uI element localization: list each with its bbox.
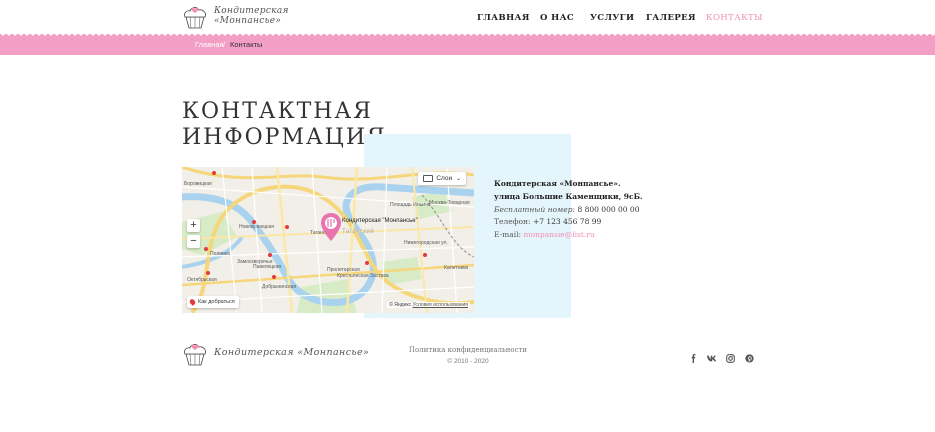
breadcrumb-home-link[interactable]: Главная [195, 40, 224, 49]
contact-address: улица Большие Каменщики, 9сБ. [494, 191, 643, 204]
page-title: КОНТАКТНАЯ ИНФОРМАЦИЯ [182, 99, 387, 151]
nav-item-gallery[interactable]: ГАЛЕРЕЯ [646, 13, 696, 23]
breadcrumb-band [0, 34, 935, 55]
map-layers-label: Слои [436, 175, 453, 182]
logo-line-1: Кондитерская [214, 6, 289, 16]
free-number-label: Бесплатный номер: [494, 205, 576, 214]
location-pin-icon [188, 297, 197, 306]
yandex-map[interactable]: Новокузнецкая Замоскворечье Павелецкая Т… [182, 167, 474, 313]
company-name: Кондитерская «Монпансье». [494, 179, 621, 188]
cupcake-icon [184, 344, 206, 366]
email-link[interactable]: monpansie@list.ru [523, 230, 594, 239]
map-terms-link[interactable]: Условия использования [413, 302, 469, 308]
zoom-out-button[interactable]: − [187, 235, 200, 248]
map-place-label: Площадь Ильича [390, 202, 431, 208]
nav-item-services[interactable]: УСЛУГИ [590, 13, 634, 23]
footer-copyright: © 2010 - 2020 [447, 358, 489, 365]
cupcake-icon [184, 7, 206, 29]
map-place-label: Боровицкая [184, 181, 212, 187]
map-layers-button[interactable]: Слои ⌄ [418, 172, 466, 185]
address: улица Большие Каменщики, 9сБ. [494, 192, 643, 201]
map-place-label: Калитники [444, 265, 469, 271]
privacy-policy-link[interactable]: Политика конфиденциальности [409, 346, 527, 354]
contact-email: E-mail: monpansie@list.ru [494, 229, 595, 242]
page-title-line-2: ИНФОРМАЦИЯ [182, 125, 387, 150]
logo-text: Кондитерская «Монпансье» [214, 6, 289, 26]
email-label: E-mail: [494, 230, 522, 239]
zoom-in-button[interactable]: + [187, 219, 200, 232]
nav-item-home[interactable]: ГЛАВНАЯ [477, 13, 530, 23]
contact-free-number: Бесплатный номер: 8 800 000 00 00 [494, 204, 639, 217]
footer-logo-text: Кондитерская «Монпансье» [214, 347, 370, 358]
band-scallop-edge [0, 34, 935, 37]
nav-item-contacts[interactable]: КОНТАКТЫ [706, 13, 763, 23]
map-place-label: Новокузнецкая [239, 224, 274, 230]
phone-label: Телефон: [494, 217, 531, 226]
vk-icon[interactable] [707, 354, 717, 363]
map-pin-icon[interactable] [321, 213, 341, 241]
route-label: Как добраться [198, 299, 235, 305]
map-copyright: © Яндекс Условия использования [387, 302, 470, 308]
map-place-label: Полянка [210, 251, 230, 257]
map-place-label: Добрынинская [262, 284, 297, 290]
pinterest-icon[interactable] [745, 354, 754, 363]
map-place-label: Крестьянская Застава [337, 273, 389, 279]
phone-value[interactable]: +7 123 456 78 99 [533, 217, 601, 226]
contact-phone: Телефон: +7 123 456 78 99 [494, 216, 601, 229]
layers-icon [423, 174, 434, 182]
map-place-label: Нижегородская ул. [404, 240, 448, 246]
map-place-label: Таганский [342, 229, 375, 235]
logo-line-2: «Монпансье» [214, 16, 282, 26]
facebook-icon[interactable] [689, 354, 698, 363]
page-title-line-1: КОНТАКТНАЯ [182, 99, 373, 124]
breadcrumb-current: Контакты [230, 40, 263, 49]
route-button[interactable]: Как добраться [187, 296, 239, 308]
contact-company: Кондитерская «Монпансье». [494, 178, 621, 191]
breadcrumb-separator: / [223, 40, 226, 49]
map-pin-label: Кондитерская "Монпансье" [342, 218, 418, 224]
map-copyright-text: © Яндекс [389, 302, 412, 308]
map-place-label: Октябрьская [187, 277, 217, 283]
chevron-down-icon: ⌄ [455, 176, 461, 182]
map-place-label: Павелецкая [253, 264, 281, 270]
instagram-icon[interactable] [726, 354, 735, 363]
nav-item-about[interactable]: О НАС [540, 13, 574, 23]
map-place-label: Москва-Товарная [429, 200, 470, 206]
footer-logo[interactable] [182, 342, 208, 370]
free-number-value[interactable]: 8 800 000 00 00 [577, 205, 639, 214]
